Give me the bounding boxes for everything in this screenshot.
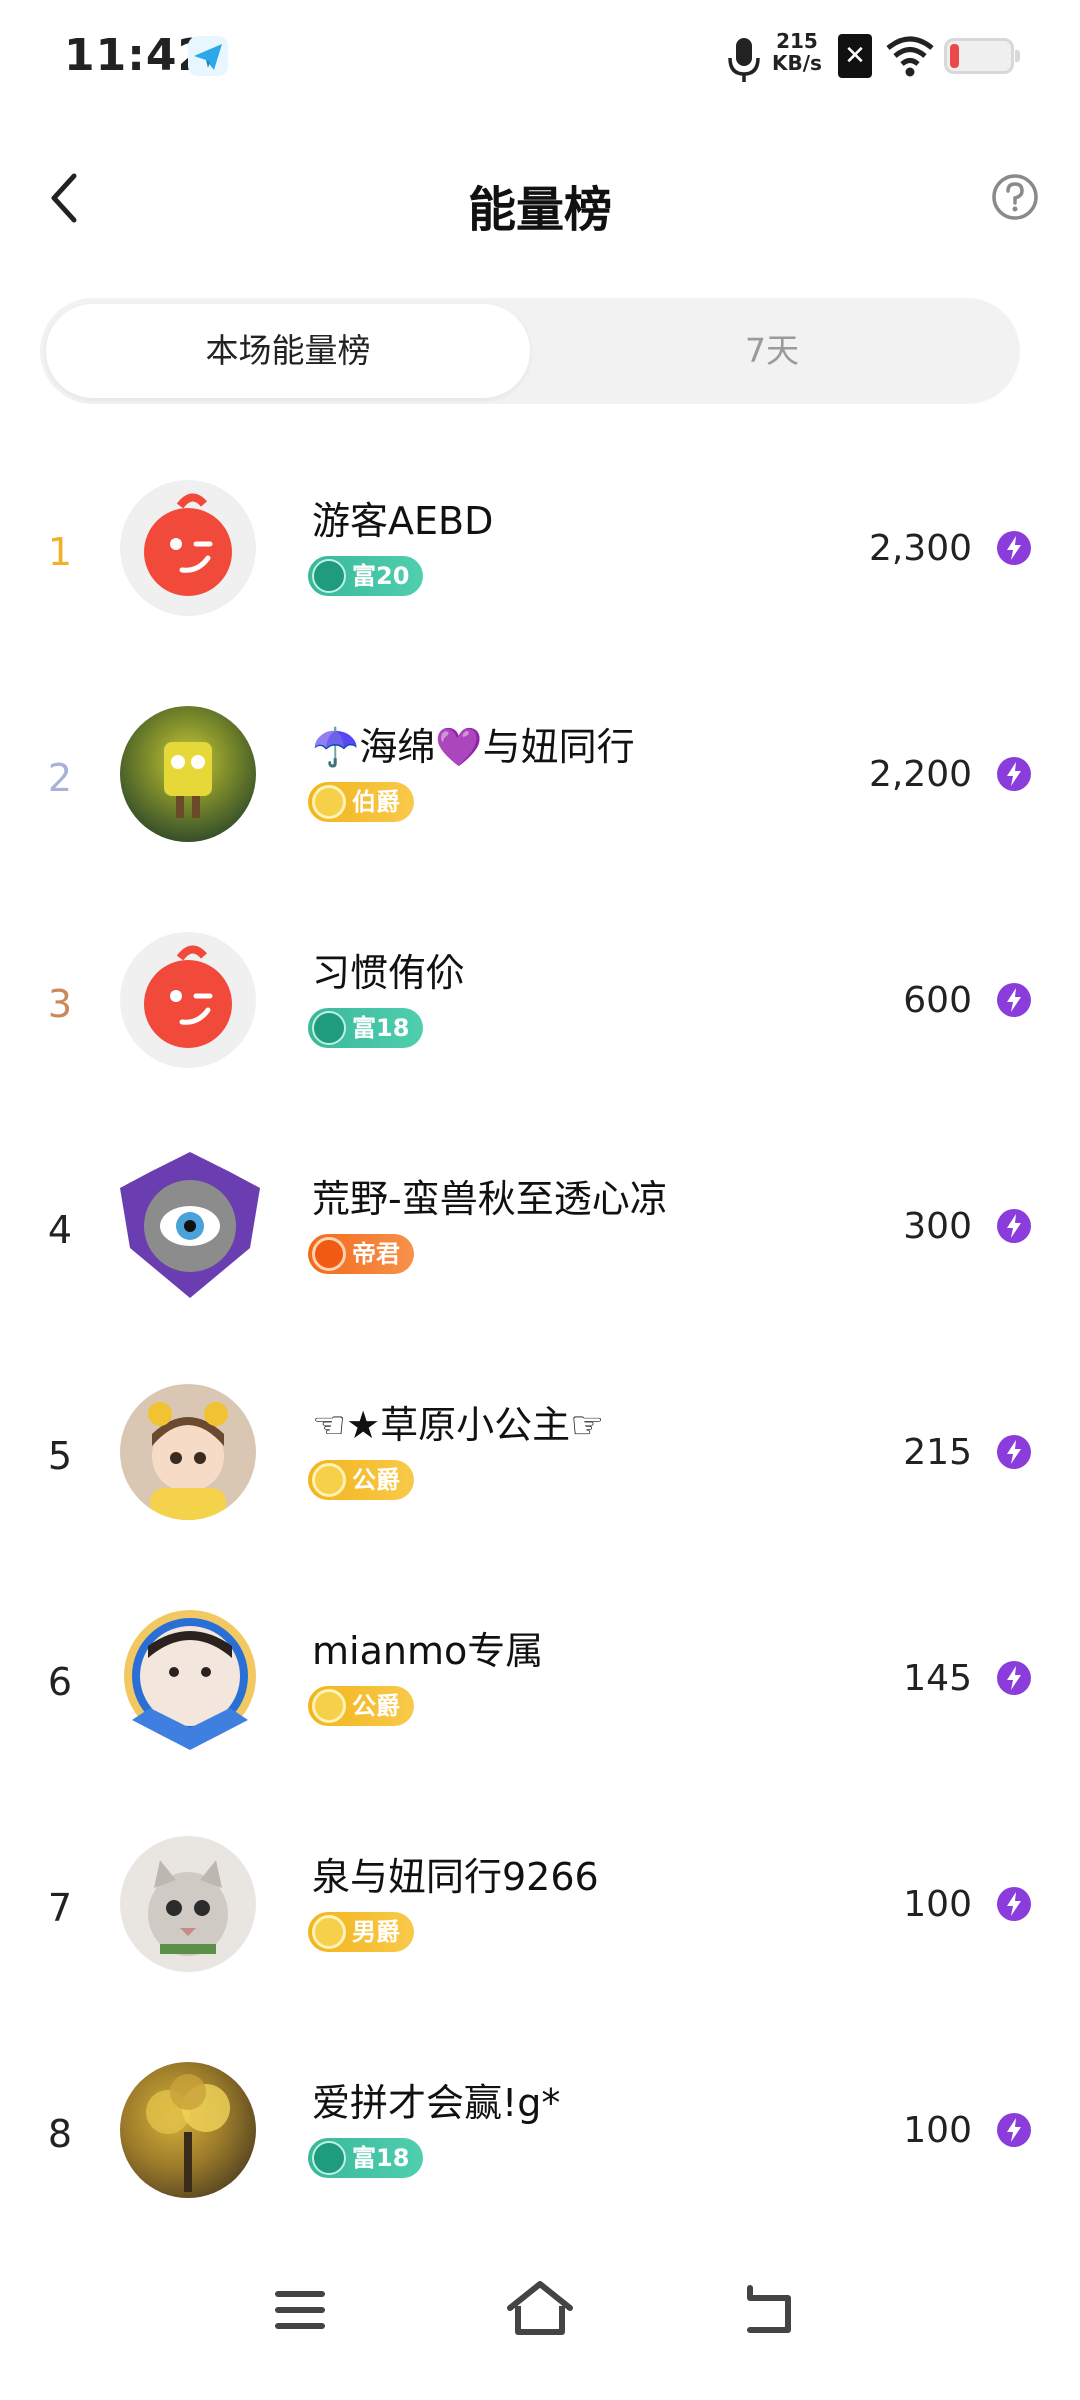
energy-bolt-icon (996, 2112, 1032, 2148)
rank-number: 2 (47, 756, 73, 800)
network-speed-unit: KB/s (772, 51, 822, 75)
level-badge: 伯爵 (308, 782, 414, 822)
energy-bolt-icon (996, 982, 1032, 1018)
coin-icon (312, 1689, 346, 1723)
rank-number: 4 (47, 1208, 73, 1252)
rank-number: 8 (47, 2112, 73, 2156)
ranking-tabs: 本场能量榜 7天 (40, 298, 1020, 404)
level-triangle-icon (312, 2141, 346, 2175)
tab-7-days[interactable]: 7天 (530, 304, 1014, 398)
level-triangle-icon (312, 559, 346, 593)
energy-bolt-icon (996, 1886, 1032, 1922)
energy-bolt-icon (996, 1660, 1032, 1696)
badge-label: 公爵 (352, 1466, 400, 1494)
home-icon[interactable] (500, 2270, 580, 2350)
badge-label: 公爵 (352, 1692, 400, 1720)
coin-icon (312, 1463, 346, 1497)
energy-score: 100 (903, 1884, 972, 1925)
back-nav-icon[interactable] (730, 2270, 810, 2350)
user-name: 爱拼才会赢!g* (312, 2081, 561, 2125)
level-badge: 公爵 (308, 1460, 414, 1500)
avatar[interactable] (120, 932, 256, 1068)
energy-score: 2,200 (868, 754, 972, 795)
microphone-icon (722, 34, 766, 84)
tab-current-session[interactable]: 本场能量榜 (46, 304, 530, 398)
network-speed-value: 215 (776, 29, 818, 53)
avatar[interactable] (120, 480, 256, 616)
level-badge: 帝君 (308, 1234, 414, 1274)
rank-number: 6 (47, 1660, 73, 1704)
level-badge: 富18 (308, 1008, 424, 1048)
list-item[interactable]: 8 爱拼才会赢!g* 富18 100 (0, 2032, 1080, 2258)
system-navigation-bar (0, 2240, 1080, 2400)
badge-label: 男爵 (352, 1918, 400, 1946)
energy-score: 100 (903, 2110, 972, 2151)
list-item[interactable]: 7 泉与妞同行9266 男爵 100 (0, 1806, 1080, 2032)
level-badge: 男爵 (308, 1912, 414, 1952)
user-name: mianmo专属 (312, 1629, 544, 1673)
avatar[interactable] (112, 1602, 268, 1758)
header: 能量榜 (0, 150, 1080, 250)
network-speed: 215 KB/s (772, 30, 822, 74)
energy-bolt-icon (996, 1208, 1032, 1244)
energy-bolt-icon (996, 756, 1032, 792)
energy-score: 300 (903, 1206, 972, 1247)
avatar[interactable] (120, 2062, 256, 2198)
badge-label: 富18 (352, 1014, 410, 1042)
list-item[interactable]: 1 游客AEBD 富20 2,300 (0, 450, 1080, 676)
level-badge: 富20 (308, 556, 424, 596)
list-item[interactable]: 6 mianmo专属 公爵 145 (0, 1580, 1080, 1806)
battery-icon (944, 38, 1020, 74)
user-name: ☜★草原小公主☞ (312, 1403, 605, 1447)
user-name: ☂️海绵💜与妞同行 (312, 725, 635, 769)
wifi-icon (884, 34, 936, 80)
no-sim-icon: ✕ (838, 34, 872, 78)
rank-number: 1 (47, 530, 73, 574)
energy-score: 2,300 (868, 528, 972, 569)
user-name: 习惯侑伱 (312, 951, 465, 995)
badge-label: 伯爵 (352, 788, 400, 816)
avatar[interactable] (120, 706, 256, 842)
energy-score: 145 (903, 1658, 972, 1699)
level-badge: 富18 (308, 2138, 424, 2178)
avatar[interactable] (120, 1836, 256, 1972)
user-name: 游客AEBD (312, 499, 494, 543)
coin-icon (312, 1915, 346, 1949)
energy-score: 215 (903, 1432, 972, 1473)
rank-number: 3 (47, 982, 73, 1026)
rank-number: 5 (47, 1434, 73, 1478)
level-triangle-icon (312, 1011, 346, 1045)
list-item[interactable]: 3 习惯侑伱 富18 600 (0, 902, 1080, 1128)
status-bar: 11:42 215 KB/s ✕ (0, 0, 1080, 110)
coin-icon (312, 785, 346, 819)
energy-score: 600 (903, 980, 972, 1021)
ranking-list: 1 游客AEBD 富20 2,300 2 ☂️海绵💜与妞同行 伯爵 2,200 … (0, 450, 1080, 2258)
rank-number: 7 (47, 1886, 73, 1930)
badge-label: 富18 (352, 2144, 410, 2172)
help-icon[interactable] (990, 172, 1040, 222)
energy-bolt-icon (996, 1434, 1032, 1470)
page-title: 能量榜 (467, 182, 612, 238)
menu-icon[interactable] (260, 2270, 340, 2350)
user-name: 荒野-蛮兽秋至透心凉 (312, 1177, 668, 1221)
list-item[interactable]: 2 ☂️海绵💜与妞同行 伯爵 2,200 (0, 676, 1080, 902)
avatar[interactable] (120, 1384, 256, 1520)
avatar[interactable] (110, 1148, 270, 1308)
list-item[interactable]: 4 荒野-蛮兽秋至透心凉 帝君 300 (0, 1128, 1080, 1354)
badge-label: 富20 (352, 562, 410, 590)
badge-label: 帝君 (352, 1240, 400, 1268)
energy-bolt-icon (996, 530, 1032, 566)
list-item[interactable]: 5 ☜★草原小公主☞ 公爵 215 (0, 1354, 1080, 1580)
telegram-notification-icon (188, 36, 228, 76)
chevron-rank-icon (312, 1237, 346, 1271)
user-name: 泉与妞同行9266 (312, 1855, 599, 1899)
level-badge: 公爵 (308, 1686, 414, 1726)
